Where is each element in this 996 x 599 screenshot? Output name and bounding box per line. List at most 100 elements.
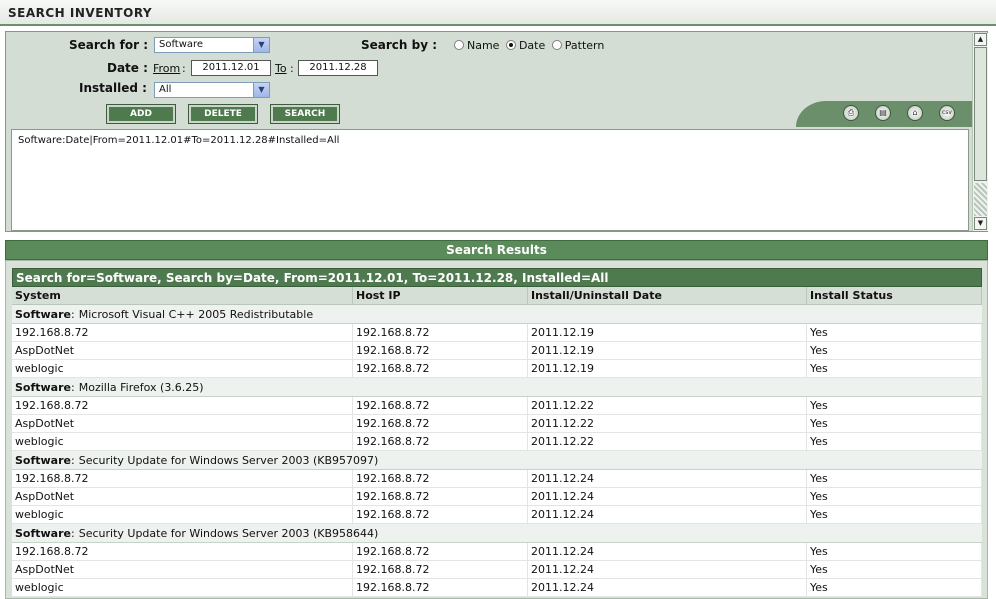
table-row[interactable]: weblogic 192.168.8.72 2011.12.24 Yes (12, 506, 982, 524)
table-cell: 2011.12.24 (528, 579, 807, 596)
installed-label: Installed : (79, 81, 147, 95)
search-panel: Search for : Software ▼ Search by : Name… (5, 31, 988, 232)
chevron-down-icon[interactable]: ▼ (253, 83, 269, 97)
table-cell: 192.168.8.72 (353, 360, 528, 377)
page-title: SEARCH INVENTORY (8, 6, 153, 20)
column-header-host-ip[interactable]: Host IP (353, 287, 528, 304)
table-cell: Yes (807, 324, 982, 341)
table-cell: Yes (807, 433, 982, 450)
query-textarea[interactable]: Software:Date|From=2011.12.01#To=2011.12… (11, 129, 969, 231)
table-cell: 192.168.8.72 (12, 470, 353, 487)
group-row: Software: Microsoft Visual C++ 2005 Redis… (12, 305, 982, 324)
page-header: SEARCH INVENTORY (0, 0, 996, 26)
table-cell: AspDotNet (12, 342, 353, 359)
table-cell: 192.168.8.72 (353, 579, 528, 596)
table-cell: Yes (807, 506, 982, 523)
table-cell: Yes (807, 415, 982, 432)
group-prefix: Software (15, 527, 71, 540)
chevron-down-icon[interactable]: ▼ (253, 38, 269, 52)
table-cell: AspDotNet (12, 561, 353, 578)
results-summary: Search for=Software, Search by=Date, Fro… (12, 268, 982, 287)
table-cell: 192.168.8.72 (353, 470, 528, 487)
group-name: Security Update for Windows Server 2003 … (78, 527, 379, 540)
table-row[interactable]: AspDotNet 192.168.8.72 2011.12.19 Yes (12, 342, 982, 360)
table-cell: 192.168.8.72 (353, 415, 528, 432)
table-cell: 192.168.8.72 (353, 324, 528, 341)
group-row: Software: Security Update for Windows Ser… (12, 524, 982, 543)
table-cell: weblogic (12, 360, 353, 377)
group-prefix: Software (15, 454, 71, 467)
column-header-status[interactable]: Install Status (807, 287, 982, 304)
scroll-up-icon[interactable]: ▲ (974, 33, 987, 46)
to-date-input[interactable]: 2011.12.28 (298, 60, 378, 76)
panel-scrollbar[interactable]: ▲ ▼ (972, 33, 988, 231)
from-link[interactable]: From (153, 62, 180, 75)
table-cell: 2011.12.24 (528, 561, 807, 578)
delete-button[interactable]: DELETE (188, 104, 258, 124)
radio-pattern[interactable] (551, 40, 562, 50)
table-row[interactable]: 192.168.8.72 192.168.8.72 2011.12.22 Yes (12, 397, 982, 415)
from-date-input[interactable]: 2011.12.01 (191, 60, 271, 76)
table-cell: 192.168.8.72 (353, 342, 528, 359)
group-name: Microsoft Visual C++ 2005 Redistributabl… (78, 308, 314, 321)
table-cell: Yes (807, 360, 982, 377)
table-row[interactable]: weblogic 192.168.8.72 2011.12.22 Yes (12, 433, 982, 451)
table-cell: 2011.12.22 (528, 415, 807, 432)
table-row[interactable]: 192.168.8.72 192.168.8.72 2011.12.24 Yes (12, 470, 982, 488)
table-cell: 192.168.8.72 (353, 506, 528, 523)
table-cell: 2011.12.19 (528, 324, 807, 341)
table-cell: 2011.12.24 (528, 488, 807, 505)
table-cell: 192.168.8.72 (353, 561, 528, 578)
search-for-select[interactable]: Software ▼ (154, 37, 270, 53)
document-icon[interactable]: ▤ (875, 105, 891, 121)
group-prefix: Software (15, 381, 71, 394)
table-row[interactable]: 192.168.8.72 192.168.8.72 2011.12.19 Yes (12, 324, 982, 342)
search-results-header: Search Results (5, 240, 988, 260)
column-header-system[interactable]: System (12, 287, 353, 304)
table-cell: Yes (807, 579, 982, 596)
csv-icon[interactable]: csv (939, 105, 955, 121)
group-colon: : (71, 454, 75, 467)
add-button[interactable]: ADD (106, 104, 176, 124)
radio-pattern-label: Pattern (564, 39, 605, 52)
table-cell: 2011.12.24 (528, 543, 807, 560)
table-cell: 2011.12.24 (528, 506, 807, 523)
table-row[interactable]: weblogic 192.168.8.72 2011.12.24 Yes (12, 579, 982, 597)
scroll-thumb[interactable] (974, 47, 987, 181)
print-icon[interactable]: ⎙ (843, 105, 859, 121)
search-by-radio-group: Name Date Pattern (451, 39, 604, 53)
table-header: System Host IP Install/Uninstall Date In… (12, 287, 982, 305)
search-button[interactable]: SEARCH (270, 104, 340, 124)
table-cell: weblogic (12, 506, 353, 523)
table-row[interactable]: 192.168.8.72 192.168.8.72 2011.12.24 Yes (12, 543, 982, 561)
group-colon: : (71, 527, 75, 540)
scroll-track (974, 183, 987, 216)
column-header-date[interactable]: Install/Uninstall Date (528, 287, 807, 304)
group-prefix: Software (15, 308, 71, 321)
installed-select[interactable]: All ▼ (154, 82, 270, 98)
table-cell: Yes (807, 342, 982, 359)
group-colon: : (71, 381, 75, 394)
table-row[interactable]: AspDotNet 192.168.8.72 2011.12.24 Yes (12, 561, 982, 579)
group-row: Software: Security Update for Windows Ser… (12, 451, 982, 470)
table-cell: 2011.12.19 (528, 360, 807, 377)
radio-name[interactable] (454, 40, 464, 50)
table-row[interactable]: AspDotNet 192.168.8.72 2011.12.22 Yes (12, 415, 982, 433)
group-row: Software: Mozilla Firefox (3.6.25) (12, 378, 982, 397)
table-cell: 192.168.8.72 (353, 397, 528, 414)
from-colon: : (182, 62, 186, 75)
table-row[interactable]: AspDotNet 192.168.8.72 2011.12.24 Yes (12, 488, 982, 506)
installed-value: All (159, 84, 172, 95)
group-name: Security Update for Windows Server 2003 … (78, 454, 379, 467)
table-cell: weblogic (12, 433, 353, 450)
table-row[interactable]: weblogic 192.168.8.72 2011.12.19 Yes (12, 360, 982, 378)
table-cell: 192.168.8.72 (353, 543, 528, 560)
export-icon[interactable]: ⌂ (907, 105, 923, 121)
table-cell: 192.168.8.72 (353, 488, 528, 505)
to-link[interactable]: To (275, 62, 287, 75)
table-cell: Yes (807, 397, 982, 414)
table-cell: 2011.12.19 (528, 342, 807, 359)
radio-name-label: Name (467, 39, 500, 52)
radio-date[interactable] (505, 40, 516, 50)
scroll-down-icon[interactable]: ▼ (974, 217, 987, 230)
